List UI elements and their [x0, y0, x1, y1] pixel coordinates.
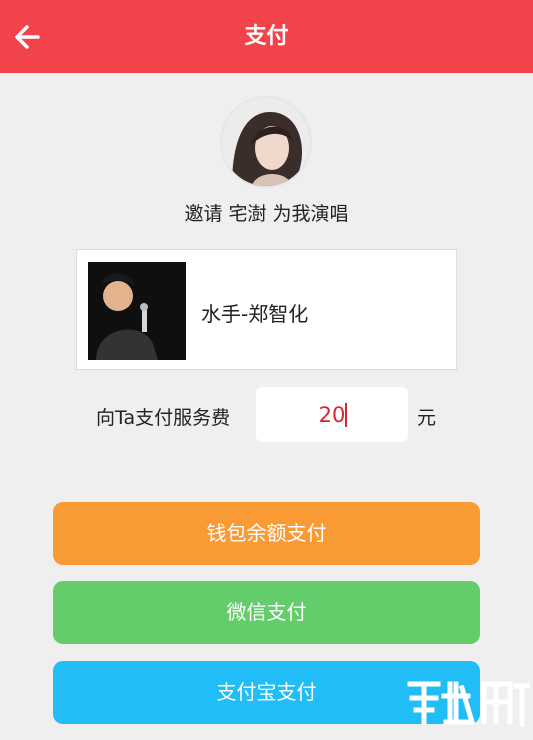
song-cover-image [88, 262, 186, 360]
amount-input[interactable]: 20 [256, 387, 408, 442]
amount-value: 20 [318, 403, 346, 427]
song-card[interactable]: 水手-郑智化 [76, 249, 457, 370]
page-title: 支付 [244, 24, 289, 49]
payment-label: 向Ta支付服务费 [96, 407, 231, 429]
wallet-pay-button[interactable]: 钱包余额支付 [53, 502, 480, 565]
watermark-logo [404, 674, 531, 734]
text-cursor [345, 403, 347, 427]
wechat-pay-button[interactable]: 微信支付 [53, 581, 480, 644]
invite-text: 邀请 宅澍 为我演唱 [184, 203, 349, 225]
singer-avatar[interactable] [220, 96, 312, 188]
top-bar: 支付 [0, 0, 533, 73]
avatar-photo [222, 98, 310, 186]
amount-unit: 元 [417, 407, 437, 429]
song-title: 水手-郑智化 [201, 302, 309, 326]
